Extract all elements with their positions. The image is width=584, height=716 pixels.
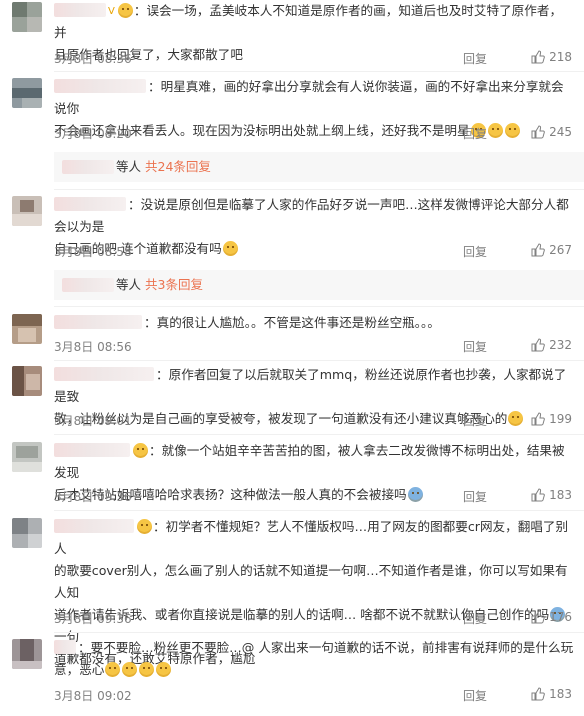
like-button[interactable]: 218 bbox=[531, 50, 572, 64]
like-button[interactable]: 183 bbox=[531, 488, 572, 502]
divider bbox=[54, 510, 584, 511]
like-count: 199 bbox=[549, 412, 572, 426]
emoji-icon bbox=[122, 662, 138, 677]
like-button[interactable]: 199 bbox=[531, 412, 572, 426]
thumbs-up-icon bbox=[531, 412, 545, 426]
reply-button[interactable]: 回复 bbox=[463, 243, 487, 260]
reply-button[interactable]: 回复 bbox=[463, 50, 487, 67]
sub-replies-summary[interactable]: 等人 共3条回复 bbox=[54, 270, 584, 300]
like-count: 232 bbox=[549, 338, 572, 352]
reply-button[interactable]: 回复 bbox=[463, 610, 487, 627]
comment-time: 3月8日 08:36 bbox=[54, 52, 132, 66]
username-blurred[interactable] bbox=[54, 197, 126, 211]
divider bbox=[54, 189, 584, 190]
reply-button[interactable]: 回复 bbox=[463, 412, 487, 429]
comment-meta: 3月8日 08:20 回复 245 bbox=[54, 125, 572, 141]
comment-time: 3月8日 08:56 bbox=[54, 340, 132, 354]
avatar[interactable] bbox=[12, 2, 42, 32]
avatar[interactable] bbox=[12, 314, 42, 344]
more-replies-link[interactable]: 共24条回复 bbox=[145, 159, 211, 174]
comment-time: 3月8日 09:36 bbox=[54, 490, 132, 504]
divider bbox=[54, 360, 584, 361]
comment-meta: 3月8日 08:36 回复 218 bbox=[54, 50, 572, 66]
more-replies-link[interactable]: 共3条回复 bbox=[145, 277, 203, 292]
username-blurred[interactable] bbox=[54, 640, 76, 654]
comment-time: 3月8日 08:58 bbox=[54, 245, 132, 259]
thumbs-up-icon bbox=[531, 338, 545, 352]
comment-feed: V ：误会一场，孟美岐本人不知道是原作者的画，知道后也及时艾特了原作者，并 且原作… bbox=[0, 0, 584, 716]
comment-text: ：要不要脸…粉丝更不要脸…@ 人家出来一句道歉的话不说，前排害有说拜师的是什么玩… bbox=[54, 640, 574, 677]
username-blurred[interactable] bbox=[54, 519, 134, 533]
reply-button[interactable]: 回复 bbox=[463, 125, 487, 142]
like-count: 183 bbox=[549, 687, 572, 701]
comment-meta: 3月8日 09:36 回复 176 bbox=[54, 610, 572, 626]
avatar[interactable] bbox=[12, 639, 42, 669]
divider bbox=[54, 434, 584, 435]
comment-meta: 3月8日 09:01 回复 199 bbox=[54, 412, 572, 428]
emoji-icon bbox=[117, 3, 133, 18]
thumbs-up-icon bbox=[531, 243, 545, 257]
comment-meta: 3月8日 09:36 回复 183 bbox=[54, 488, 572, 504]
thumbs-up-icon bbox=[531, 125, 545, 139]
avatar[interactable] bbox=[12, 78, 42, 108]
comment-meta: 3月8日 08:56 回复 232 bbox=[54, 338, 572, 354]
comment-meta: 3月8日 08:58 回复 267 bbox=[54, 243, 572, 259]
reply-button[interactable]: 回复 bbox=[463, 338, 487, 355]
thumbs-up-icon bbox=[531, 488, 545, 502]
like-count: 267 bbox=[549, 243, 572, 257]
username-blurred[interactable] bbox=[54, 315, 142, 329]
avatar[interactable] bbox=[12, 366, 42, 396]
emoji-icon bbox=[105, 662, 121, 677]
avatar[interactable] bbox=[12, 518, 42, 548]
verified-badge-icon: V bbox=[108, 6, 115, 17]
comment-time: 3月8日 09:36 bbox=[54, 612, 132, 626]
divider bbox=[54, 71, 584, 72]
username-blurred[interactable] bbox=[54, 443, 130, 457]
like-button[interactable]: 245 bbox=[531, 125, 572, 139]
comment-meta: 3月8日 09:02 回复 183 bbox=[54, 687, 572, 703]
thumbs-up-icon bbox=[531, 610, 545, 624]
username-blurred[interactable] bbox=[54, 79, 146, 93]
like-count: 183 bbox=[549, 488, 572, 502]
avatar[interactable] bbox=[12, 196, 42, 226]
divider bbox=[54, 306, 584, 307]
thumbs-up-icon bbox=[531, 50, 545, 64]
like-button[interactable]: 176 bbox=[531, 610, 572, 624]
emoji-icon bbox=[137, 519, 152, 534]
thumbs-up-icon bbox=[531, 687, 545, 701]
username-blurred[interactable] bbox=[54, 3, 106, 17]
username-blurred[interactable] bbox=[62, 278, 114, 292]
comment-time: 3月8日 09:02 bbox=[54, 689, 132, 703]
reply-button[interactable]: 回复 bbox=[463, 687, 487, 704]
like-button[interactable]: 183 bbox=[531, 687, 572, 701]
comment-text: ：真的很让人尴尬。。不管是这件事还是粉丝空瓶。。。 bbox=[54, 312, 574, 334]
emoji-icon bbox=[133, 443, 148, 458]
avatar[interactable] bbox=[12, 442, 42, 472]
username-blurred[interactable] bbox=[54, 367, 154, 381]
sub-replies-prefix: 等人 bbox=[116, 277, 142, 292]
reply-button[interactable]: 回复 bbox=[463, 488, 487, 505]
like-count: 245 bbox=[549, 125, 572, 139]
emoji-icon bbox=[139, 662, 155, 677]
like-button[interactable]: 232 bbox=[531, 338, 572, 352]
comment-time: 3月8日 09:01 bbox=[54, 414, 132, 428]
like-count: 218 bbox=[549, 50, 572, 64]
sub-replies-prefix: 等人 bbox=[116, 159, 142, 174]
username-blurred[interactable] bbox=[62, 160, 114, 174]
like-button[interactable]: 267 bbox=[531, 243, 572, 257]
emoji-icon bbox=[156, 662, 172, 677]
comment-time: 3月8日 08:20 bbox=[54, 127, 132, 141]
like-count: 176 bbox=[549, 610, 572, 624]
divider bbox=[54, 632, 584, 633]
sub-replies-summary[interactable]: 等人 共24条回复 bbox=[54, 152, 584, 182]
